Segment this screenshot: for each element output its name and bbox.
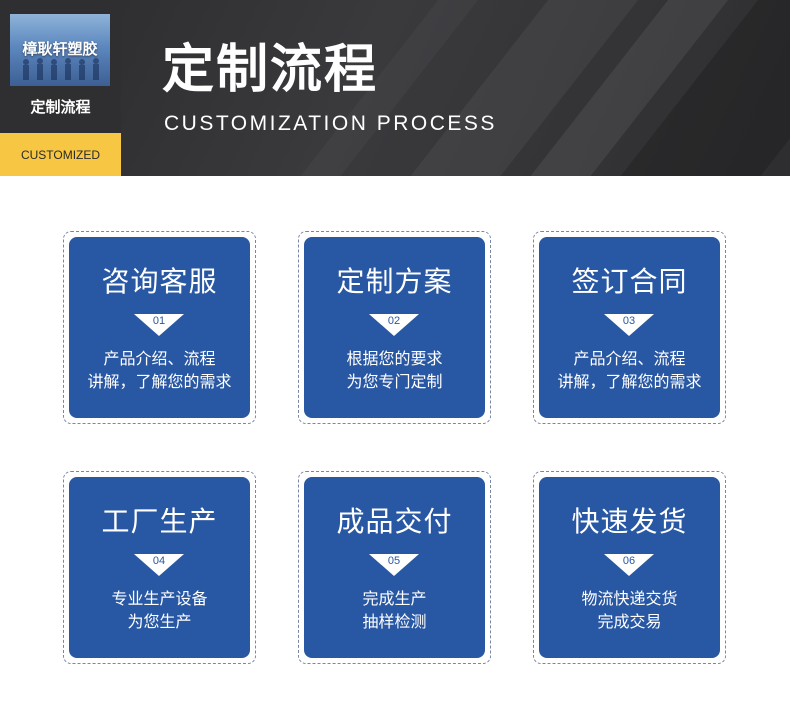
step-number-badge: 05 (369, 554, 419, 576)
step-desc-line: 产品介绍、流程 (573, 349, 686, 368)
step-desc-line: 专业生产设备 (111, 589, 208, 608)
side-panel: 樟耿轩塑胶 定制流程 CUSTOMIZED (0, 0, 121, 176)
step-number: 04 (152, 555, 166, 567)
step-card-delivery: 成品交付 05 完成生产 抽样检测 (298, 471, 491, 664)
step-number: 06 (622, 555, 636, 567)
step-title: 咨询客服 (101, 265, 218, 298)
step-description: 专业生产设备 为您生产 (69, 587, 250, 633)
page-subtitle: CUSTOMIZATION PROCESS (164, 112, 497, 135)
step-card-body: 工厂生产 04 专业生产设备 为您生产 (69, 477, 250, 658)
step-card-body: 快速发货 06 物流快递交货 完成交易 (539, 477, 720, 658)
step-title: 快速发货 (571, 505, 688, 538)
step-card-body: 签订合同 03 产品介绍、流程 讲解，了解您的需求 (539, 237, 720, 418)
step-number: 01 (152, 315, 166, 327)
step-desc-line: 产品介绍、流程 (103, 349, 216, 368)
step-number: 03 (622, 315, 636, 327)
step-number-badge: 02 (369, 314, 419, 336)
step-card-plan: 定制方案 02 根据您的要求 为您专门定制 (298, 231, 491, 424)
step-card-body: 成品交付 05 完成生产 抽样检测 (304, 477, 485, 658)
step-desc-line: 讲解，了解您的需求 (557, 372, 702, 391)
step-number-badge: 04 (134, 554, 184, 576)
step-number: 02 (387, 315, 401, 327)
step-description: 产品介绍、流程 讲解，了解您的需求 (69, 347, 250, 393)
people-silhouette-icon (23, 58, 99, 80)
step-desc-line: 完成生产 (362, 589, 427, 608)
brand-logo: 樟耿轩塑胶 (10, 14, 110, 86)
step-description: 完成生产 抽样检测 (304, 587, 485, 633)
side-subtitle: 定制流程 (30, 98, 91, 116)
step-card-body: 咨询客服 01 产品介绍、流程 讲解，了解您的需求 (69, 237, 250, 418)
step-desc-line: 讲解，了解您的需求 (87, 372, 232, 391)
step-desc-line: 完成交易 (597, 612, 662, 631)
step-number-badge: 01 (134, 314, 184, 336)
step-number-badge: 06 (604, 554, 654, 576)
step-number: 05 (387, 555, 401, 567)
step-desc-line: 抽样检测 (362, 612, 427, 631)
step-title: 成品交付 (336, 505, 453, 538)
customized-tag: CUSTOMIZED (0, 133, 121, 176)
step-card-consult: 咨询客服 01 产品介绍、流程 讲解，了解您的需求 (63, 231, 256, 424)
step-description: 根据您的要求 为您专门定制 (304, 347, 485, 393)
step-desc-line: 根据您的要求 (346, 349, 443, 368)
step-number-badge: 03 (604, 314, 654, 336)
header-banner: 樟耿轩塑胶 定制流程 CUSTOMIZED 定制流程 CUSTOMIZATION… (0, 0, 790, 176)
step-card-contract: 签订合同 03 产品介绍、流程 讲解，了解您的需求 (533, 231, 726, 424)
step-title: 工厂生产 (101, 505, 218, 538)
step-description: 物流快递交货 完成交易 (539, 587, 720, 633)
step-card-shipping: 快速发货 06 物流快递交货 完成交易 (533, 471, 726, 664)
page-title: 定制流程 (162, 40, 379, 100)
step-desc-line: 为您生产 (127, 612, 192, 631)
step-title: 签订合同 (571, 265, 688, 298)
step-desc-line: 物流快递交货 (581, 589, 678, 608)
step-description: 产品介绍、流程 讲解，了解您的需求 (539, 347, 720, 393)
step-desc-line: 为您专门定制 (346, 372, 443, 391)
process-steps-grid: 咨询客服 01 产品介绍、流程 讲解，了解您的需求 定制方案 02 根据您的要求… (63, 231, 727, 667)
step-card-body: 定制方案 02 根据您的要求 为您专门定制 (304, 237, 485, 418)
step-card-production: 工厂生产 04 专业生产设备 为您生产 (63, 471, 256, 664)
step-title: 定制方案 (336, 265, 453, 298)
